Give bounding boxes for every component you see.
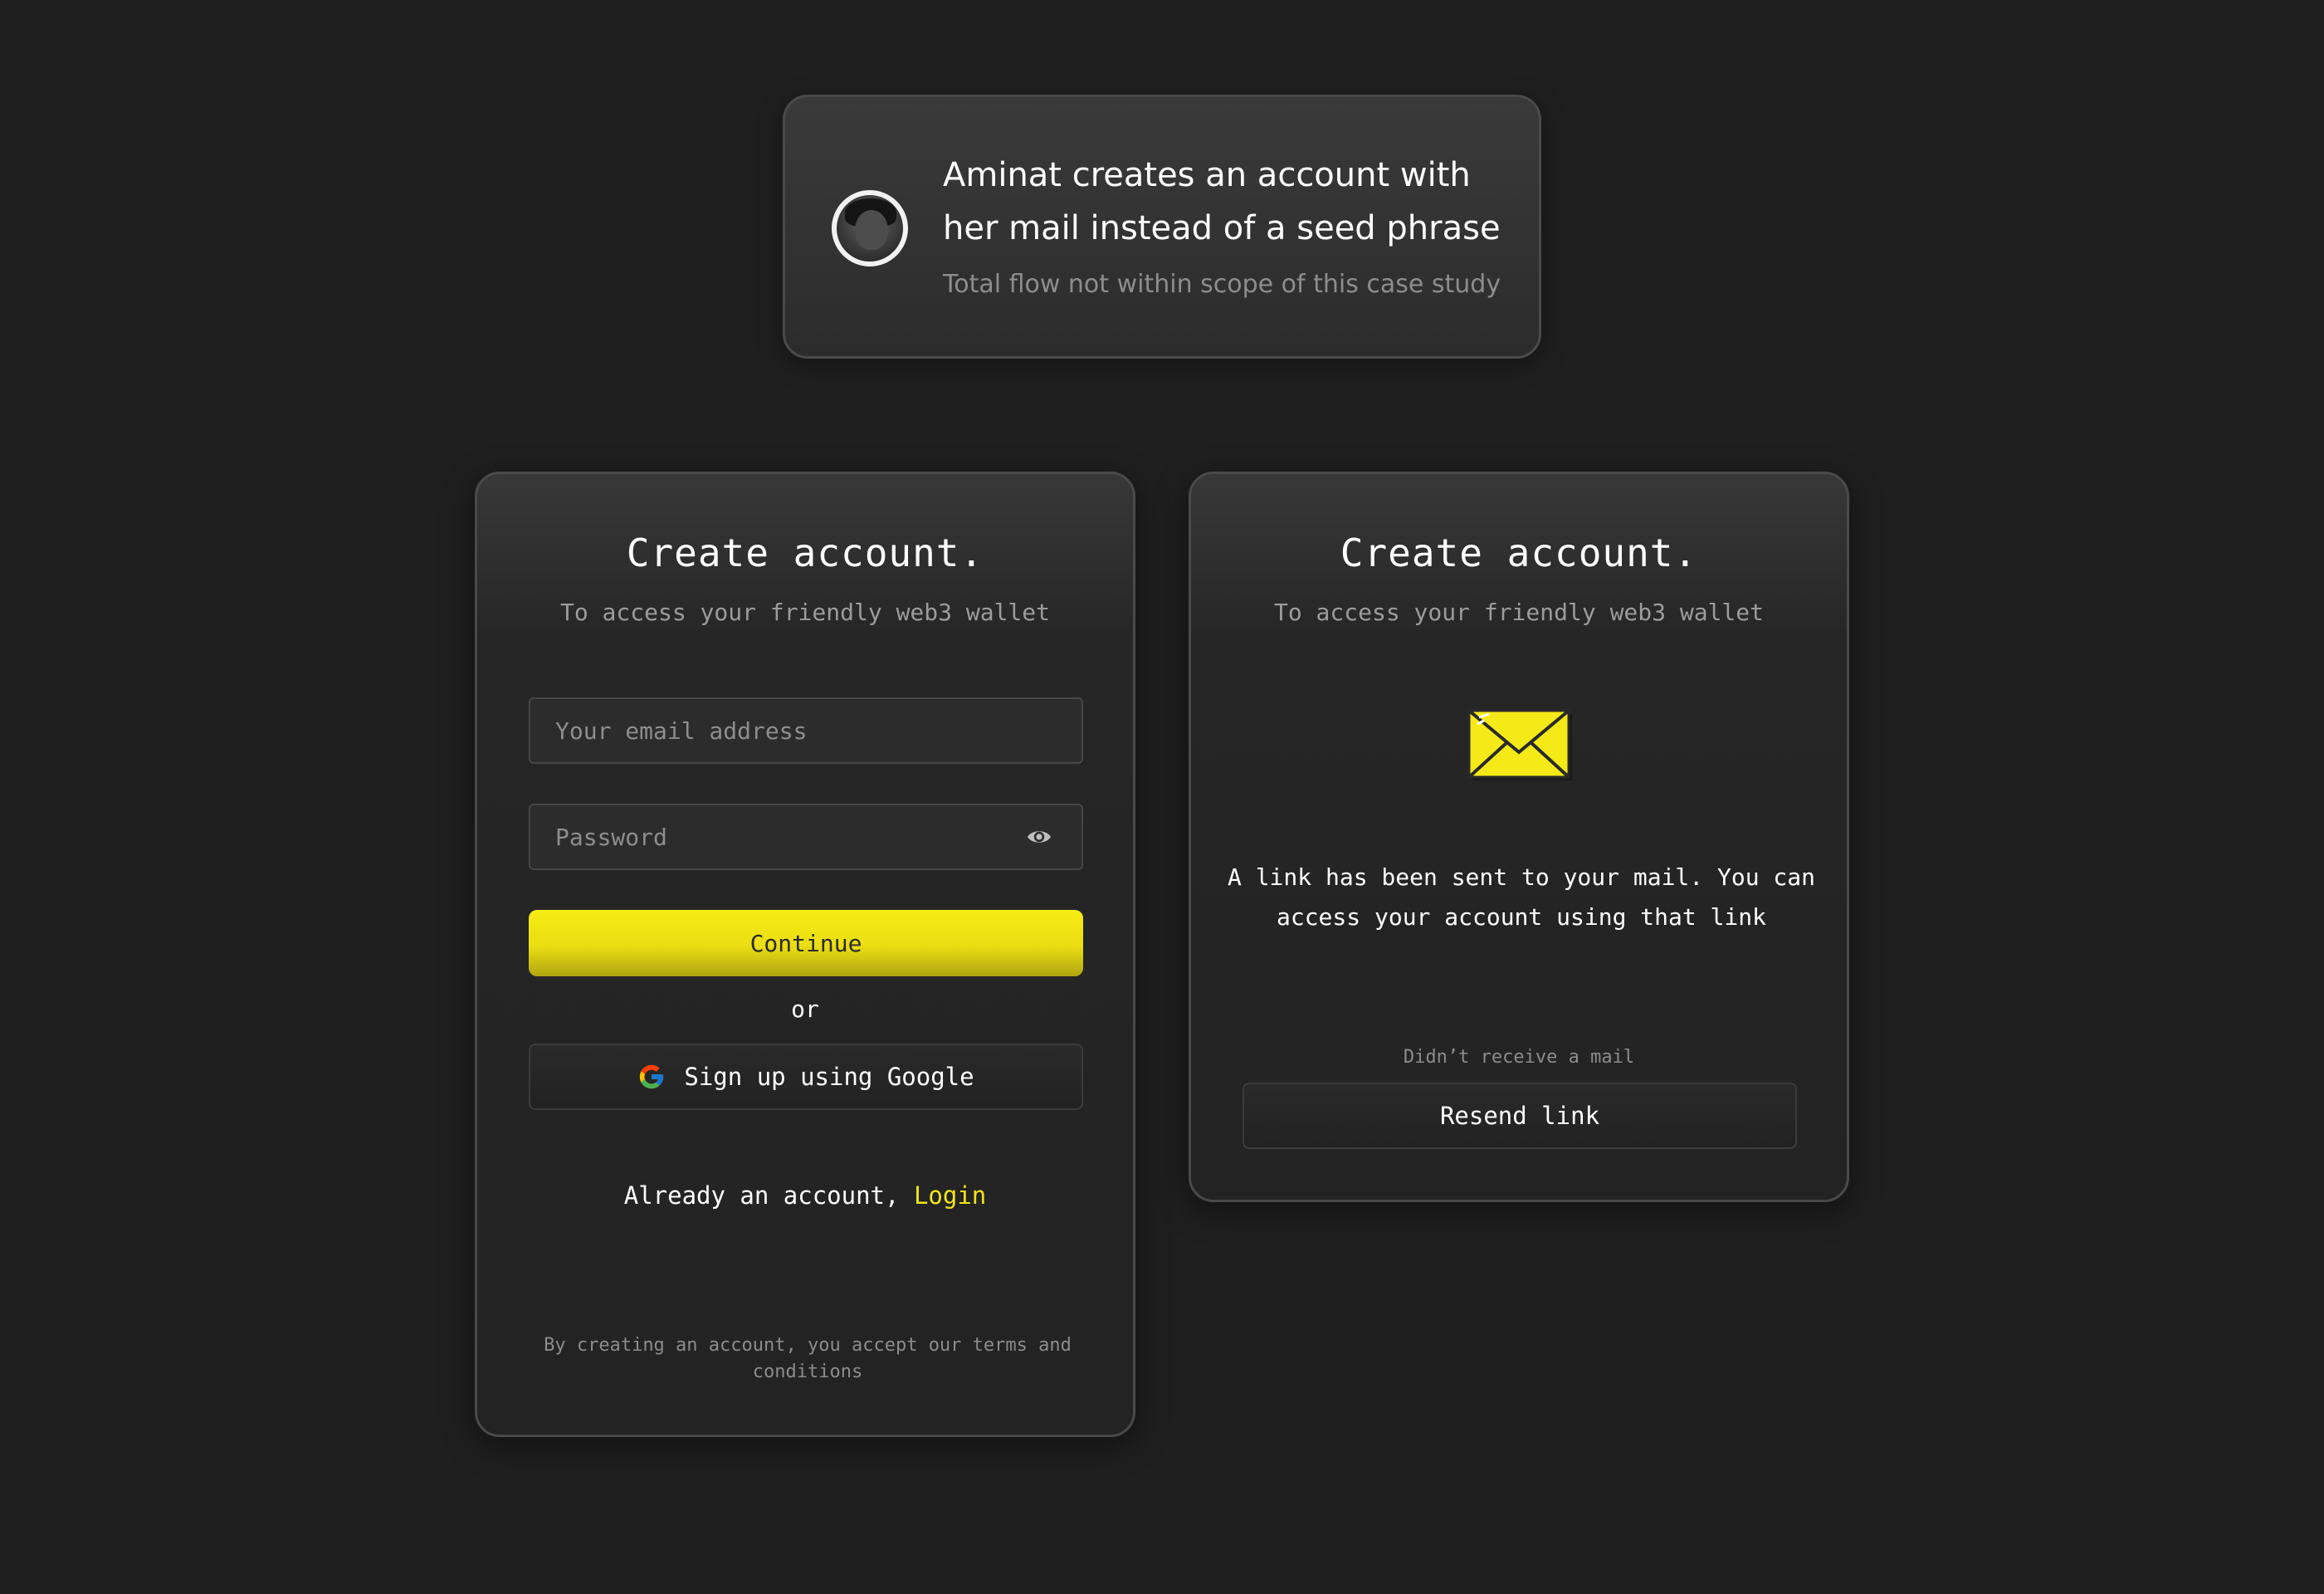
- login-prompt-line: Already an account, Login: [477, 1181, 1133, 1210]
- resend-hint: Didn’t receive a mail: [1403, 1047, 1635, 1068]
- signup-title: Create account.: [626, 531, 984, 575]
- confirmation-title: Create account.: [1340, 531, 1698, 575]
- persona-subtitle: Total flow not within scope of this case…: [943, 270, 1501, 299]
- signup-subtitle: To access your friendly web3 wallet: [559, 599, 1050, 626]
- email-field-wrapper: [529, 697, 1083, 764]
- terms-text: By creating an account, you accept our t…: [544, 1335, 1072, 1382]
- google-icon: [640, 1064, 664, 1089]
- confirmation-card: Create account. To access your friendly …: [1189, 472, 1849, 1202]
- or-divider: or: [791, 995, 819, 1023]
- link-sent-message: A link has been sent to your mail. You c…: [1227, 863, 1815, 931]
- persona-card: Aminat creates an account with her mail …: [783, 95, 1541, 359]
- password-input[interactable]: [530, 805, 1081, 868]
- google-button-label: Sign up using Google: [684, 1063, 974, 1091]
- password-field-wrapper: [529, 804, 1083, 870]
- envelope-icon: [1467, 709, 1572, 780]
- user-avatar: [832, 190, 908, 266]
- signup-card: Create account. To access your friendly …: [475, 472, 1135, 1437]
- avatar-face: [855, 210, 888, 250]
- confirmation-subtitle: To access your friendly web3 wallet: [1273, 599, 1764, 626]
- email-input[interactable]: [530, 699, 1081, 762]
- login-link[interactable]: Login: [914, 1181, 986, 1210]
- login-prompt: Already an account,: [623, 1181, 914, 1210]
- google-signup-button[interactable]: Sign up using Google: [529, 1044, 1083, 1110]
- continue-button[interactable]: Continue: [529, 910, 1083, 976]
- persona-title: Aminat creates an account with her mail …: [943, 156, 1501, 247]
- resend-link-button[interactable]: Resend link: [1243, 1083, 1797, 1149]
- eye-icon[interactable]: [1027, 827, 1052, 847]
